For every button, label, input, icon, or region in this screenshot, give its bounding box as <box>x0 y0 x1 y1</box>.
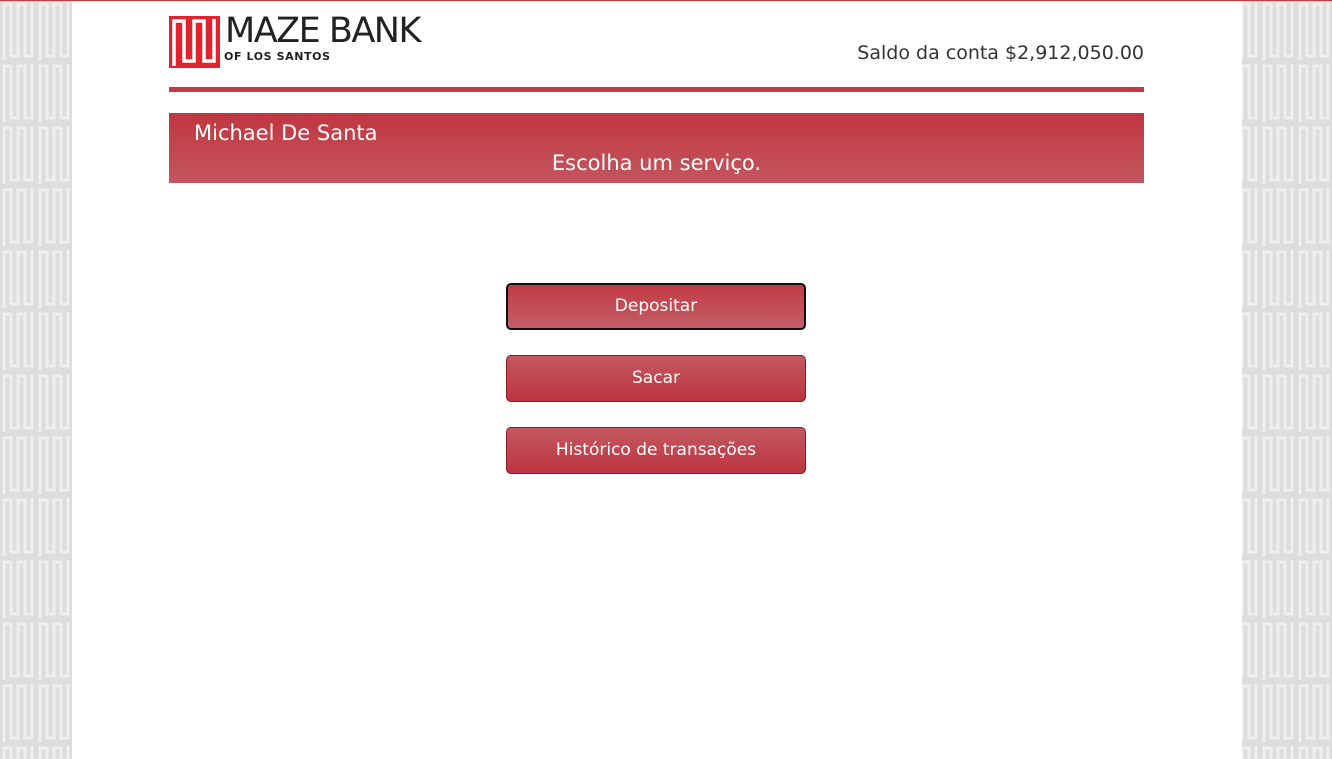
withdraw-button[interactable]: Sacar <box>506 355 806 402</box>
service-prompt: Escolha um serviço. <box>551 151 762 175</box>
account-balance: Saldo da conta $2,912,050.00 <box>857 42 1144 64</box>
page-panel: MAZE BANK OF LOS SANTOS Saldo da conta $… <box>72 1 1242 759</box>
brand-subtitle: OF LOS SANTOS <box>224 50 331 63</box>
maze-logo-icon <box>169 16 220 68</box>
brand-logo: MAZE BANK OF LOS SANTOS <box>169 11 459 71</box>
brand-name: MAZE BANK <box>225 11 421 51</box>
user-name: Michael De Santa <box>194 121 378 145</box>
service-actions: Depositar Sacar Histórico de transações <box>506 283 806 499</box>
transaction-history-button[interactable]: Histórico de transações <box>506 427 806 474</box>
user-banner: Michael De Santa Escolha um serviço. <box>169 113 1144 183</box>
header-divider <box>169 87 1144 92</box>
deposit-button[interactable]: Depositar <box>506 283 806 330</box>
header: MAZE BANK OF LOS SANTOS Saldo da conta $… <box>169 11 1144 75</box>
